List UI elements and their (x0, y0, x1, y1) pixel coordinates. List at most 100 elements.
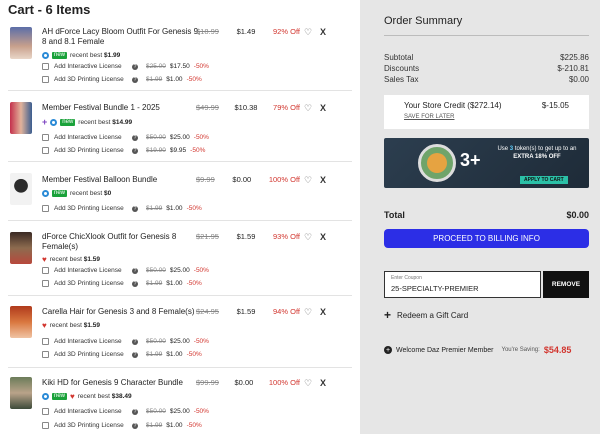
discounts-row: Discounts $-210.81 (384, 64, 589, 73)
token-icon (418, 144, 456, 182)
license-checkbox[interactable] (42, 338, 49, 345)
save-for-later-link[interactable]: SAVE FOR LATER (404, 114, 454, 120)
remove-item-x-icon[interactable]: X (320, 27, 326, 37)
price-group: $24.95 $1.59 94% Off (196, 307, 300, 316)
promo-line-1: Use (497, 146, 509, 152)
license-checkbox[interactable] (42, 63, 49, 70)
license-original-price: $1.99 (146, 76, 163, 83)
question-icon[interactable]: ? (132, 205, 138, 212)
product-name[interactable]: dForce ChicXlook Outfit for Genesis 8 Fe… (42, 232, 202, 252)
license-label: Add 3D Printing License (54, 351, 124, 358)
wishlist-heart-icon[interactable]: ♡ (304, 307, 312, 318)
remove-item-x-icon[interactable]: X (320, 232, 326, 242)
question-icon[interactable]: ? (132, 76, 138, 83)
question-icon[interactable]: ? (132, 351, 138, 358)
price-group: $18.99 $1.49 92% Off (196, 27, 300, 36)
wishlist-heart-icon[interactable]: ♡ (304, 232, 312, 243)
recent-best-value: $38.49 (111, 393, 132, 400)
sales-tax-label: Sales Tax (384, 75, 419, 84)
license-row: Add Interactive License ? $50.00 $25.00 … (42, 267, 209, 274)
remove-item-x-icon[interactable]: X (320, 307, 326, 317)
product-thumbnail[interactable] (10, 232, 32, 264)
license-checkbox[interactable] (42, 267, 49, 274)
proceed-to-billing-button[interactable]: PROCEED TO BILLING INFO (384, 229, 589, 248)
sales-tax-row: Sales Tax $0.00 (384, 75, 589, 84)
license-checkbox[interactable] (42, 408, 49, 415)
cart-panel: Cart - 6 Items AH dForce Lacy Bloom Outf… (0, 0, 360, 434)
coupon-field[interactable]: Enter Coupon (384, 271, 541, 298)
product-thumbnail[interactable] (10, 102, 32, 134)
discounts-value: $-210.81 (557, 64, 589, 73)
license-checkbox[interactable] (42, 351, 49, 358)
license-checkbox[interactable] (42, 422, 49, 429)
wishlist-heart-icon[interactable]: ♡ (304, 27, 312, 38)
wishlist-heart-icon[interactable]: ♡ (304, 103, 312, 114)
license-row: Add Interactive License ? $25.00 $17.50 … (42, 63, 209, 70)
product-name[interactable]: Member Festival Balloon Bundle (42, 175, 202, 185)
wishlist-heart-icon[interactable]: ♡ (304, 378, 312, 389)
license-checkbox[interactable] (42, 205, 49, 212)
license-label: Add Interactive License (54, 267, 122, 274)
license-discount: -50% (186, 205, 202, 212)
price-group: $99.99 $0.00 100% Off (196, 378, 300, 387)
token-promo-banner[interactable]: 3+ Use 3 token(s) to get up to an EXTRA … (384, 138, 589, 188)
original-price: $99.99 (196, 378, 219, 387)
discount-percent: 93% Off (273, 232, 300, 241)
license-discount: -50% (186, 76, 202, 83)
remove-coupon-button[interactable]: REMOVE (543, 271, 589, 298)
license-price: $25.00 (169, 267, 190, 274)
question-icon[interactable]: ? (132, 267, 138, 274)
heart-icon: ♥ (42, 255, 47, 264)
wishlist-heart-icon[interactable]: ♡ (304, 175, 312, 186)
remove-item-x-icon[interactable]: X (320, 103, 326, 113)
question-icon[interactable]: ? (132, 422, 138, 429)
license-checkbox[interactable] (42, 147, 49, 154)
product-name[interactable]: AH dForce Lacy Bloom Outfit For Genesis … (42, 27, 202, 47)
divider (8, 295, 352, 296)
question-icon[interactable]: ? (132, 408, 138, 415)
product-thumbnail[interactable] (10, 173, 32, 205)
promo-line-2: token(s) to get up to an (514, 146, 577, 152)
license-original-price: $50.00 (146, 267, 166, 274)
product-thumbnail[interactable] (10, 306, 32, 338)
remove-item-x-icon[interactable]: X (320, 175, 326, 185)
license-checkbox[interactable] (42, 134, 49, 141)
sale-price: $1.59 (236, 307, 256, 316)
cart-item: Member Festival Bundle 1 - 2025 $49.99 $… (8, 96, 352, 162)
product-thumbnail[interactable] (10, 27, 32, 59)
license-checkbox[interactable] (42, 76, 49, 83)
question-icon[interactable]: ? (132, 134, 138, 141)
original-price: $49.99 (196, 103, 219, 112)
license-original-price: $50.00 (146, 408, 166, 415)
redeem-gift-card-link[interactable]: + Redeem a Gift Card (384, 308, 468, 322)
item-meta: ♥ recent best $1.59 (42, 322, 100, 330)
question-icon[interactable]: ? (132, 147, 138, 154)
heart-icon: ♥ (70, 392, 75, 401)
promo-line-3: EXTRA 18% OFF (513, 154, 561, 160)
new-badge: new (52, 190, 68, 197)
license-checkbox[interactable] (42, 280, 49, 287)
order-summary-panel: Order Summary Subtotal $225.86 Discounts… (360, 0, 600, 434)
product-name[interactable]: Member Festival Bundle 1 - 2025 (42, 103, 202, 113)
price-group: $21.95 $1.59 93% Off (196, 232, 300, 241)
recent-best-label: recent best (77, 393, 110, 400)
license-discount: -50% (193, 63, 209, 70)
question-icon[interactable]: ? (132, 338, 138, 345)
divider (8, 220, 352, 221)
product-name[interactable]: Kiki HD for Genesis 9 Character Bundle (42, 378, 202, 388)
eye-icon (50, 119, 58, 126)
license-row: Add Interactive License ? $50.00 $25.00 … (42, 134, 209, 141)
new-badge: new (52, 393, 68, 400)
remove-item-x-icon[interactable]: X (320, 378, 326, 388)
license-row: Add Interactive License ? $50.00 $25.00 … (42, 408, 209, 415)
license-discount: -50% (193, 134, 209, 141)
product-name[interactable]: Carella Hair for Genesis 3 and 8 Female(… (42, 307, 202, 317)
license-label: Add 3D Printing License (54, 422, 124, 429)
apply-to-cart-button[interactable]: APPLY TO CART (520, 176, 568, 184)
question-icon[interactable]: ? (132, 280, 138, 287)
coupon-input[interactable] (391, 284, 536, 293)
item-meta: new recent best $1.99 (42, 52, 120, 59)
product-thumbnail[interactable] (10, 377, 32, 409)
question-icon[interactable]: ? (132, 63, 138, 70)
license-price: $17.50 (169, 63, 190, 70)
